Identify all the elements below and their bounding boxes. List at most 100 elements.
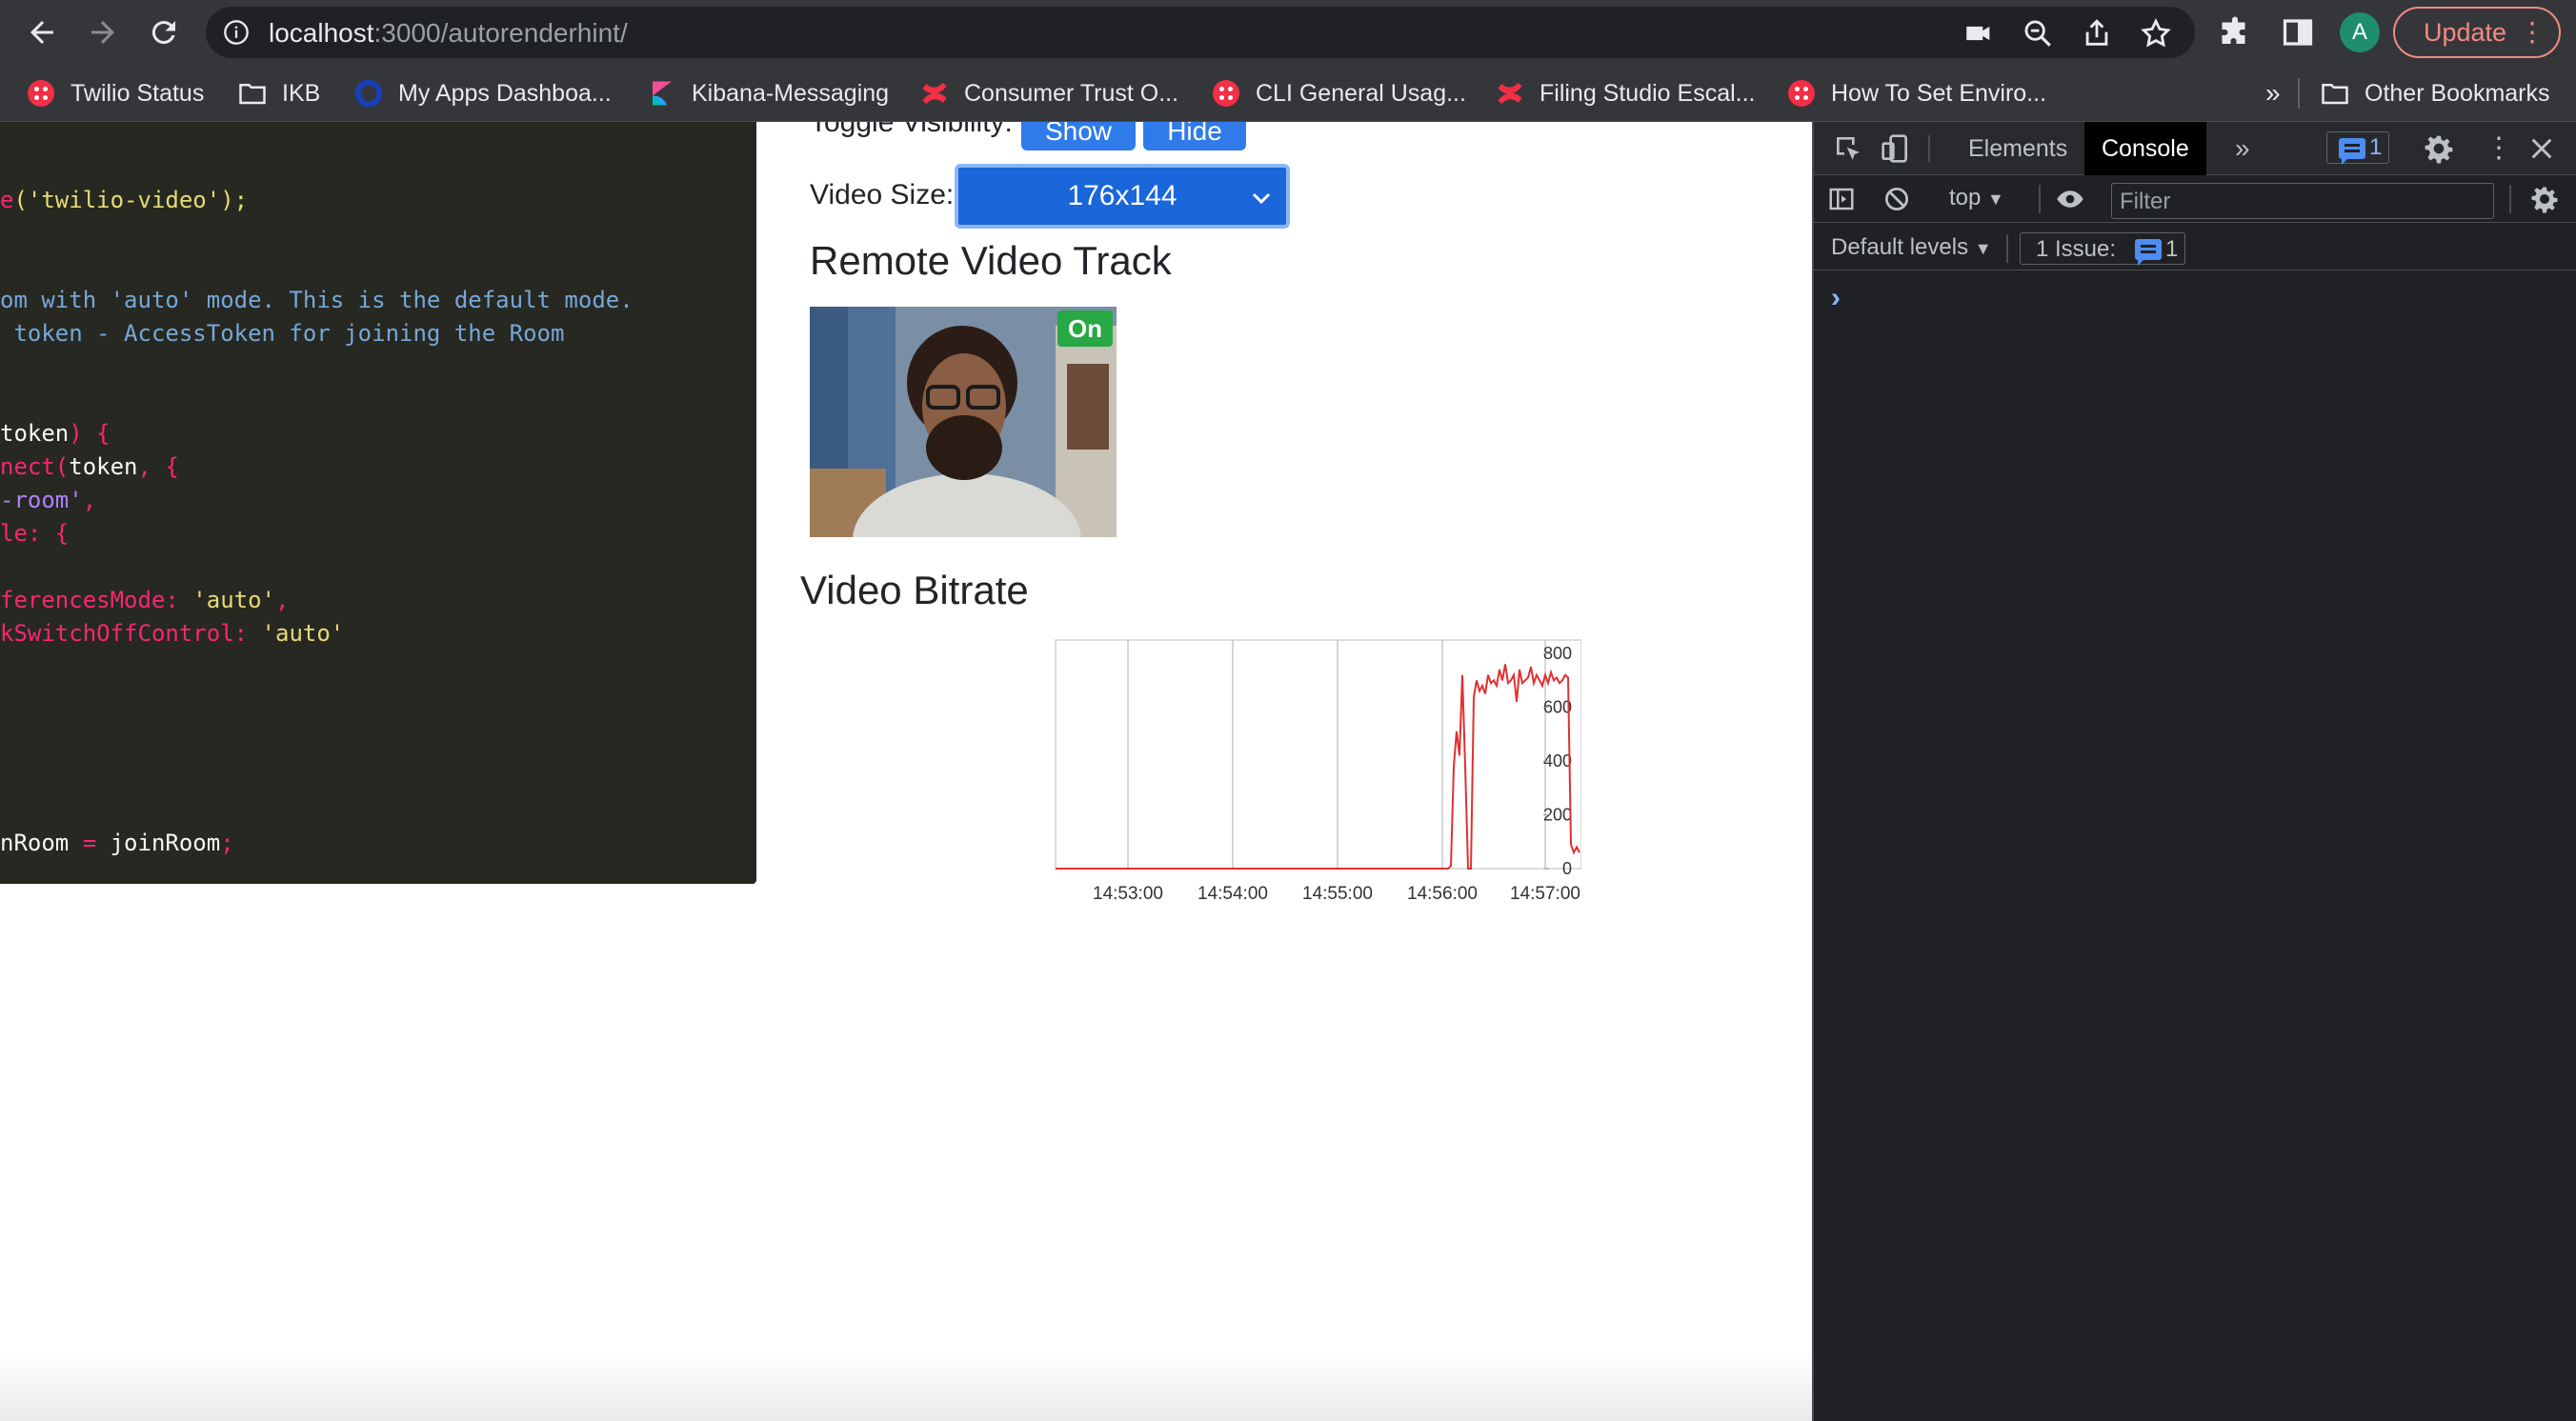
video-size-select[interactable]: 176x144 (955, 164, 1290, 229)
bookmark-label: CLI General Usag... (1256, 79, 1466, 107)
tab-elements[interactable]: Elements (1951, 122, 2084, 175)
bookmark-kibana[interactable]: Kibana-Messaging (648, 76, 889, 110)
console-prompt[interactable]: › (1831, 282, 1841, 314)
site-info-icon[interactable] (223, 19, 250, 46)
video-size-label: Video Size: (810, 179, 955, 210)
inspect-element-icon[interactable] (1833, 133, 1863, 164)
share-icon[interactable] (2081, 17, 2113, 50)
browser-toolbar: localhost:3000/autorenderhint/ A Update ⋮ (0, 0, 2576, 65)
back-arrow-icon (30, 21, 53, 44)
toggle-visibility-label: Toggle Visibility: (810, 122, 1013, 138)
update-label: Update (2424, 17, 2507, 47)
menu-dots-icon: ⋮ (2519, 17, 2546, 47)
bookmark-how-to-set[interactable]: How To Set Enviro... (1787, 76, 2046, 110)
code-line-3: token - AccessToken for joining the Room (0, 320, 565, 347)
bitrate-chart: 14:53:00 14:54:00 14:55:00 14:56:00 14:57:00… (1055, 639, 1581, 904)
bookmark-star-icon[interactable] (2140, 17, 2172, 50)
show-sidebar-icon[interactable] (1827, 185, 1856, 213)
issue-message-icon (2135, 239, 2162, 266)
bookmark-label: My Apps Dashboa... (398, 79, 612, 107)
confluence-icon (922, 82, 947, 105)
bookmark-label: Consumer Trust O... (964, 79, 1179, 107)
extensions-puzzle-icon[interactable] (2218, 15, 2252, 50)
bookmark-ikb[interactable]: IKB (238, 76, 320, 110)
url-path: :3000/autorenderhint/ (373, 18, 628, 48)
code-line-10: nRoom = joinRoom; (0, 830, 234, 856)
side-panel-icon[interactable] (2281, 15, 2315, 50)
hide-button[interactable]: Hide (1143, 122, 1246, 150)
clear-console-icon[interactable] (1882, 185, 1911, 213)
code-line-2: om with 'auto' mode. This is the default… (0, 287, 634, 313)
x-tick-label: 14:54:00 (1197, 884, 1268, 904)
console-settings-gear-icon[interactable] (2530, 185, 2559, 213)
dropdown-triangle-icon: ▼ (1987, 190, 2004, 209)
bookmarks-bar: Twilio Status IKB My Apps Dashboa... Kib… (0, 65, 2576, 122)
bookmark-consumer-trust[interactable]: Consumer Trust O... (920, 76, 1178, 110)
live-expression-eye-icon[interactable] (2054, 185, 2086, 213)
other-bookmarks-label: Other Bookmarks (2365, 79, 2550, 107)
camera-icon[interactable] (1962, 17, 1995, 50)
show-button[interactable]: Show (1021, 122, 1136, 150)
url-host: localhost (269, 18, 374, 48)
x-tick-label: 14:57:00 (1510, 884, 1580, 904)
update-button[interactable]: Update ⋮ (2393, 7, 2561, 58)
close-devtools-icon[interactable] (2528, 135, 2555, 162)
twilio-icon (28, 80, 54, 107)
remote-video-heading: Remote Video Track (810, 238, 1172, 283)
x-tick-label: 14:55:00 (1302, 884, 1373, 904)
bookmark-label: IKB (282, 79, 321, 107)
bookmark-label: Filing Studio Escal... (1540, 79, 1756, 107)
forward-button[interactable] (80, 10, 126, 55)
forward-arrow-icon (91, 21, 114, 44)
twilio-icon (1788, 80, 1815, 107)
okta-icon (354, 79, 383, 108)
video-size-value: 176x144 (1067, 180, 1177, 211)
zoom-icon[interactable] (2022, 17, 2054, 50)
log-levels-dropdown[interactable]: Default levels ▼ (1831, 234, 1992, 261)
tab-console[interactable]: Console (2084, 122, 2206, 175)
y-tick-label: 0 (1562, 859, 1572, 878)
issues-button[interactable]: 1 Issue: 1 (2020, 232, 2185, 266)
video-bitrate-heading: Video Bitrate (800, 568, 1029, 612)
console-toolbar: top ▼ Filter (1814, 175, 2576, 223)
bookmark-my-apps[interactable]: My Apps Dashboa... (354, 76, 612, 110)
devtools-panel: Elements Console » 1 ⋮ top ▼ Filter Defa… (1812, 122, 2576, 1421)
url-text: localhost:3000/autorenderhint/ (269, 18, 628, 49)
devtools-tab-bar: Elements Console » 1 ⋮ (1814, 122, 2576, 175)
code-line-7: le: { (0, 520, 70, 547)
console-filter-input[interactable]: Filter (2111, 183, 2494, 219)
bookmark-filing-studio[interactable]: Filing Studio Escal... (1496, 76, 1756, 110)
dropdown-triangle-icon: ▼ (1974, 239, 1992, 258)
bookmark-label: How To Set Enviro... (1831, 79, 2047, 107)
x-tick-label: 14:53:00 (1093, 884, 1163, 904)
code-panel: e('twilio-video'); om with 'auto' mode. … (0, 122, 756, 884)
chevron-down-icon (1252, 192, 1271, 205)
reload-button[interactable] (141, 10, 187, 55)
bookmark-cli-general[interactable]: CLI General Usag... (1212, 76, 1466, 110)
bookmarks-overflow-button[interactable]: » (2265, 76, 2281, 110)
device-toolbar-icon[interactable] (1881, 133, 1911, 164)
code-line-4: token) { (0, 420, 111, 447)
page-viewport: e('twilio-video'); om with 'auto' mode. … (0, 122, 1812, 1421)
messages-badge[interactable]: 1 (2326, 131, 2389, 165)
x-tick-label: 14:56:00 (1407, 884, 1478, 904)
context-selector[interactable]: top ▼ (1949, 185, 2004, 211)
more-tabs-button[interactable]: » (2218, 122, 2267, 175)
settings-gear-icon[interactable] (2424, 133, 2454, 164)
back-button[interactable] (19, 10, 65, 55)
other-bookmarks[interactable]: Other Bookmarks (2321, 76, 2550, 110)
folder-icon (239, 84, 266, 105)
confluence-icon (1498, 82, 1522, 105)
code-line-9: kSwitchOffControl: 'auto' (0, 620, 345, 647)
profile-avatar[interactable]: A (2340, 12, 2380, 52)
page-bottom-shadow (0, 1356, 1812, 1421)
console-levels-bar: Default levels ▼ 1 Issue: 1 (1814, 223, 2576, 270)
address-bar[interactable]: localhost:3000/autorenderhint/ (206, 7, 2195, 58)
reload-icon (151, 21, 175, 45)
code-line-5: nect(token, { (0, 453, 179, 480)
devtools-menu-icon[interactable]: ⋮ (2485, 131, 2513, 165)
bookmark-label: Twilio Status (70, 79, 205, 107)
folder-icon (2322, 84, 2348, 105)
bookmarks-divider (2298, 78, 2300, 109)
bookmark-twilio-status[interactable]: Twilio Status (27, 76, 204, 110)
